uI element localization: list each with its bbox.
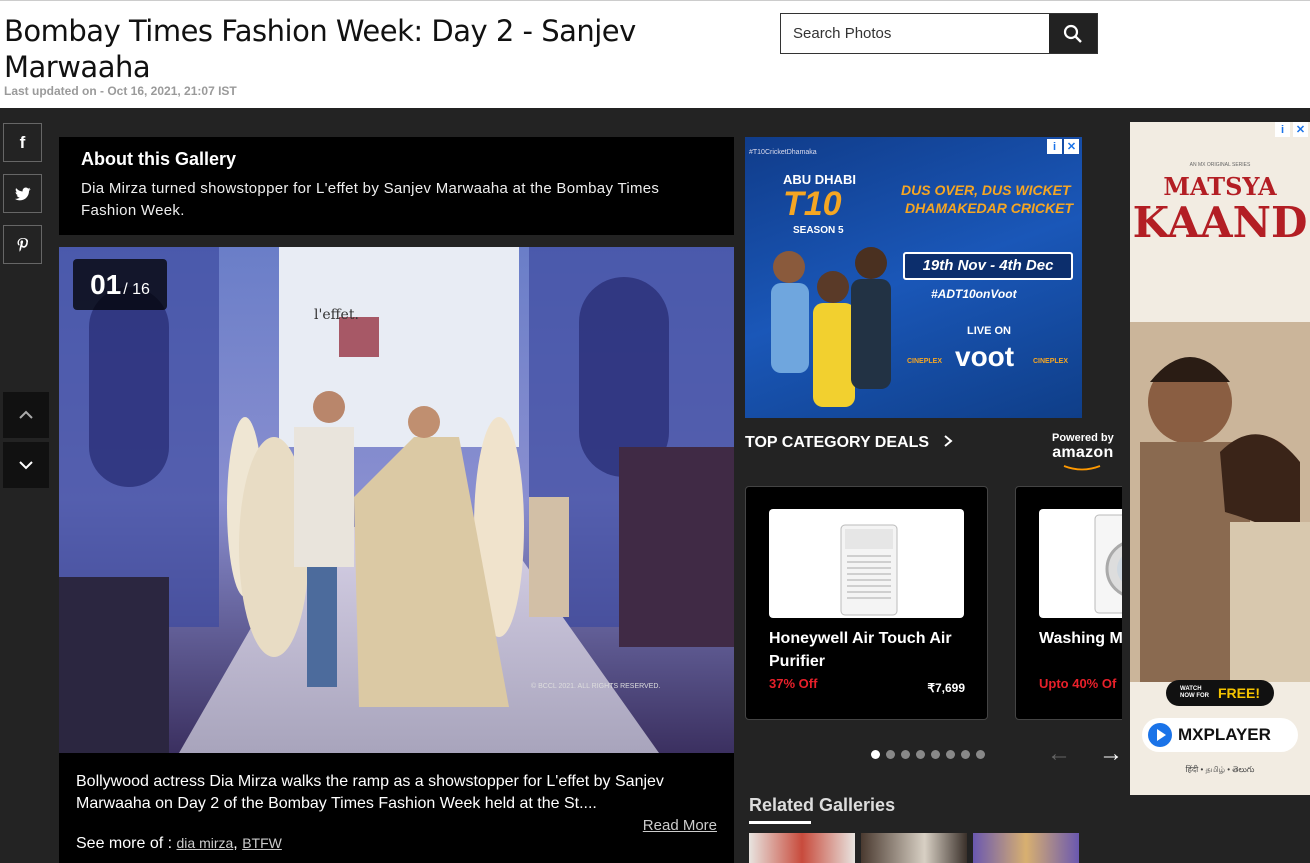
caption-text: Bollywood actress Dia Mirza walks the ra… (76, 773, 664, 812)
see-more-label: See more of : (76, 835, 173, 852)
pinterest-share-button[interactable] (3, 225, 42, 264)
read-more-link[interactable]: Read More (643, 817, 717, 834)
deal-offer: Upto 40% Of (1039, 676, 1117, 691)
top-category-deals-heading[interactable]: TOP CATEGORY DEALS (745, 434, 954, 452)
ad-info-icon[interactable]: i (1275, 122, 1290, 137)
powered-by-label: Powered by (1052, 432, 1114, 444)
ad-logo: T10 (783, 185, 842, 223)
search-button[interactable] (1049, 14, 1097, 53)
free-label: FREE! (1218, 685, 1260, 701)
ad-headline2: DHAMAKEDAR CRICKET (905, 200, 1073, 216)
deals-carousel: Honeywell Air Touch Air Purifier 37% Off… (745, 486, 1122, 720)
chevron-up-icon (19, 410, 33, 419)
couple-poster-image (1130, 322, 1310, 682)
carousel-dot[interactable] (886, 750, 895, 759)
photo-copyright: © BCCL 2021. ALL RIGHTS RESERVED. (531, 683, 661, 690)
photo-counter-current: 01 (90, 269, 122, 300)
related-gallery-thumbnail[interactable] (861, 833, 967, 863)
carousel-prev-arrow-icon[interactable]: ← (1047, 740, 1071, 768)
photo-caption: Bollywood actress Dia Mirza walks the ra… (59, 753, 734, 863)
ad-info-icon[interactable]: i (1047, 139, 1062, 154)
carousel-dots (871, 750, 985, 759)
next-photo-button[interactable] (3, 442, 49, 488)
deal-price: ₹7,699 (927, 681, 965, 695)
related-galleries-heading: Related Galleries (749, 795, 896, 815)
ad-close-icon[interactable]: ✕ (1293, 122, 1308, 137)
ad-presents: AN MX ORIGINAL SERIES (1189, 162, 1251, 168)
voot-logo: voot (955, 341, 1015, 372)
facebook-share-button[interactable]: f (3, 123, 42, 162)
search-icon (1063, 24, 1082, 43)
amazon-smile-icon (1063, 465, 1101, 471)
ad-live-on: LIVE ON (967, 325, 1012, 337)
mxplayer-ad[interactable]: i ✕ AN MX ORIGINAL SERIES MATSYA KAAND W… (1130, 122, 1310, 795)
ad-title1: MATSYA (1163, 172, 1277, 201)
carousel-dot[interactable] (916, 750, 925, 759)
search-box (780, 13, 1098, 54)
tag-link[interactable]: BTFW (242, 835, 282, 851)
mxplayer-logo: MXPLAYER (1142, 718, 1298, 752)
deal-offer: 37% Off (769, 676, 818, 691)
pinterest-icon (17, 237, 28, 252)
see-more-tags: See more of : dia mirza, BTFW (76, 835, 282, 852)
deal-image (1039, 509, 1122, 618)
ad-hashtag: #ADT10onVoot (931, 287, 1017, 301)
carousel-next-arrow-icon[interactable]: → (1099, 740, 1123, 768)
ad-dates: 19th Nov - 4th Dec (903, 252, 1073, 280)
related-gallery-thumbnail[interactable] (973, 833, 1079, 863)
amazon-logo: amazon (1052, 444, 1114, 461)
chevron-down-icon (19, 461, 33, 470)
play-icon (1148, 723, 1172, 747)
chevron-right-icon (944, 435, 954, 447)
carousel-dot[interactable] (871, 750, 880, 759)
search-input[interactable] (781, 14, 1051, 53)
washing-machine-image (1094, 514, 1122, 614)
page-title: Bombay Times Fashion Week: Day 2 - Sanje… (4, 14, 636, 84)
about-heading: About this Gallery (81, 149, 237, 169)
air-purifier-image (840, 524, 898, 616)
tag-link[interactable]: dia mirza (177, 835, 234, 851)
page-header: Bombay Times Fashion Week: Day 2 - Sanje… (0, 0, 1310, 108)
cricket-ad[interactable]: #T10CricketDhamaka i ✕ ABU DHABI T10 SEA… (745, 137, 1082, 418)
previous-photo-button[interactable] (3, 392, 49, 438)
about-text: Dia Mirza turned showstopper for L'effet… (81, 180, 660, 219)
heading-underline (749, 821, 811, 824)
ad-season: SEASON 5 (793, 225, 844, 236)
twitter-share-button[interactable] (3, 174, 42, 213)
related-gallery-thumbnail[interactable] (749, 833, 855, 863)
watch-free-badge: WATCH NOW FOR FREE! (1166, 680, 1274, 706)
last-updated: Last updated on - Oct 16, 2021, 21:07 IS… (4, 84, 237, 98)
twitter-icon (14, 187, 30, 200)
watch-label: WATCH NOW FOR (1180, 686, 1209, 699)
runway-photo (59, 247, 734, 753)
carousel-dot[interactable] (976, 750, 985, 759)
powered-by-amazon: Powered by amazon (1052, 432, 1114, 471)
ad-partner1: CINEPLEX (907, 358, 943, 365)
cricketers-image (771, 247, 891, 407)
gallery-photo[interactable]: l'effet. 01 / 16 © BCCL 2021. ALL RIGHTS… (59, 247, 734, 753)
ad-partner2: CINEPLEX (1033, 358, 1069, 365)
deal-card[interactable]: Honeywell Air Touch Air Purifier 37% Off… (745, 486, 988, 720)
deal-name: Honeywell Air Touch Air Purifier (769, 630, 952, 670)
carousel-dot[interactable] (961, 750, 970, 759)
ad-title2: KAAND (1132, 198, 1308, 247)
carousel-dot[interactable] (931, 750, 940, 759)
ad-close-icon[interactable]: ✕ (1064, 139, 1079, 154)
deal-name: Washing M (1039, 630, 1122, 647)
deal-card[interactable]: Washing M Upto 40% Of (1015, 486, 1122, 720)
ad-headline1: DUS OVER, DUS WICKET (901, 182, 1071, 198)
photo-counter: 01 / 16 (73, 259, 167, 310)
facebook-icon: f (19, 132, 26, 152)
photo-counter-total: / 16 (123, 281, 150, 298)
ad-languages: हिंदी • தமிழ் • తెలుగు (1185, 765, 1255, 774)
brand-logo: l'effet. (314, 307, 359, 323)
carousel-dot[interactable] (946, 750, 955, 759)
carousel-dot[interactable] (901, 750, 910, 759)
ad-tag: #T10CricketDhamaka (749, 149, 817, 156)
about-gallery: About this Gallery Dia Mirza turned show… (59, 137, 734, 235)
deal-image (769, 509, 964, 618)
